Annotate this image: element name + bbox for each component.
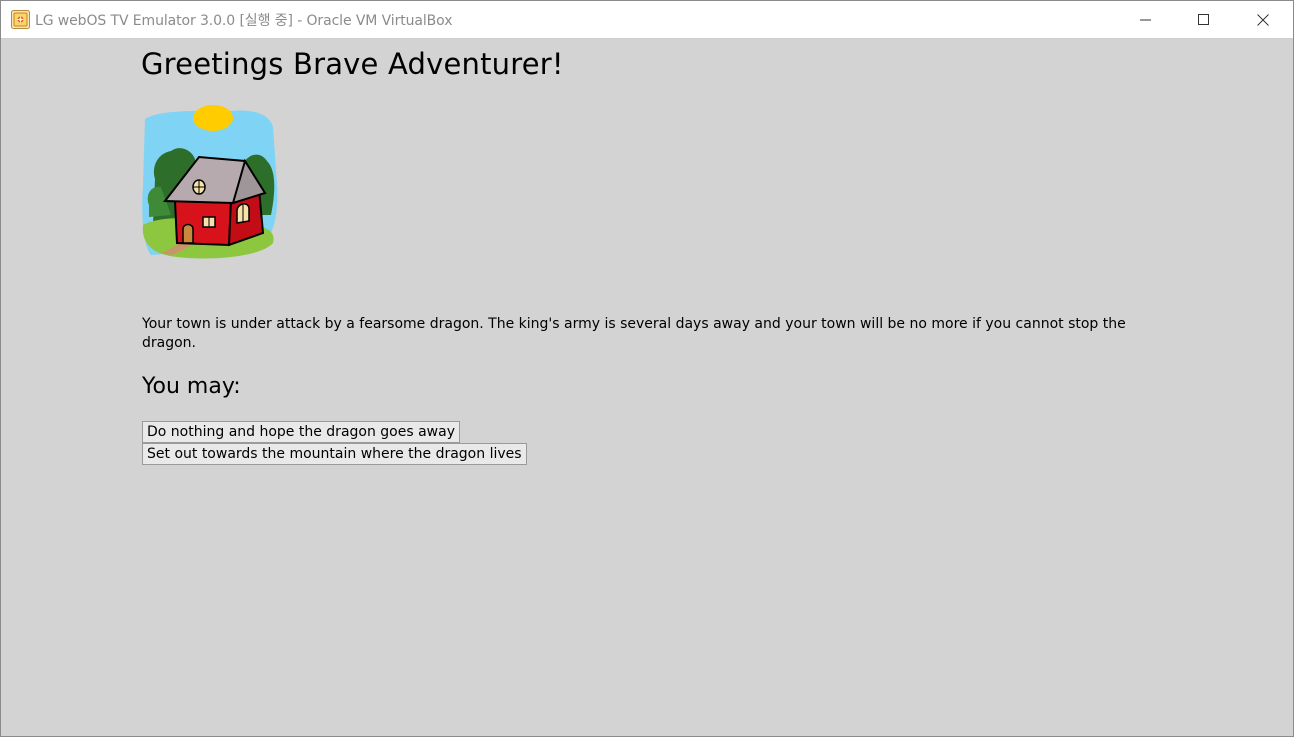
title-bar[interactable]: LG webOS TV Emulator 3.0.0 [실행 중] - Orac… [1,1,1293,39]
close-button[interactable] [1240,1,1286,38]
maximize-icon [1198,13,1209,25]
maximize-button[interactable] [1181,1,1227,38]
page-title: Greetings Brave Adventurer! [141,47,564,81]
story-text: Your town is under attack by a fearsome … [142,316,1126,351]
choices-heading: You may: [142,374,241,399]
window-title: LG webOS TV Emulator 3.0.0 [실행 중] - Orac… [35,13,453,29]
house-illustration [142,105,278,259]
minimize-icon [1140,19,1151,20]
close-icon [1257,13,1269,26]
emulator-window: LG webOS TV Emulator 3.0.0 [실행 중] - Orac… [0,0,1294,737]
virtualbox-app-icon [11,10,30,29]
set-out-button[interactable]: Set out towards the mountain where the d… [142,443,527,465]
minimize-button[interactable] [1123,1,1169,38]
do-nothing-button[interactable]: Do nothing and hope the dragon goes away [142,421,460,443]
